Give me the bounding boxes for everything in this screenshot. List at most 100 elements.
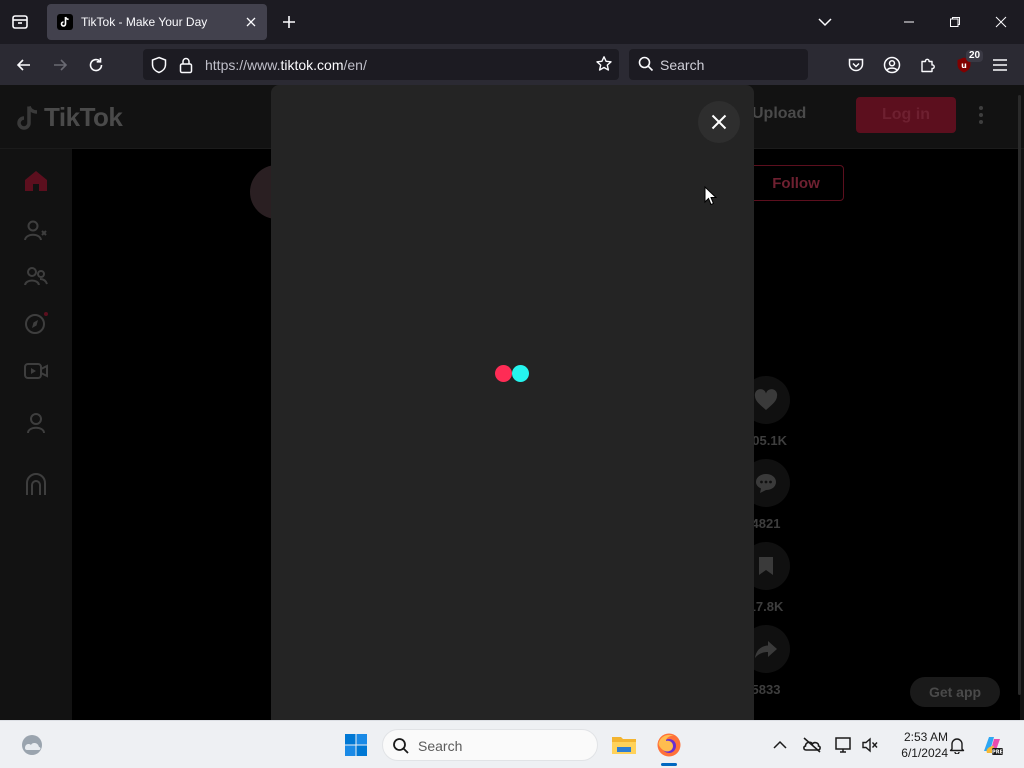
tiktok-favicon-icon <box>57 14 73 30</box>
tiktok-sidebar <box>0 149 72 720</box>
plus-icon <box>283 16 295 28</box>
search-bar[interactable]: Search <box>629 49 808 80</box>
restore-button[interactable] <box>932 0 978 44</box>
friends-icon <box>24 267 48 286</box>
more-options-button[interactable] <box>978 105 984 130</box>
onedrive-tray-icon[interactable] <box>800 733 824 757</box>
sidebar-item-friends[interactable] <box>22 263 50 291</box>
app-menu-button[interactable] <box>988 53 1012 77</box>
search-icon <box>638 56 654 77</box>
bookmark-star-button[interactable] <box>595 55 613 78</box>
copilot-button[interactable]: PRE <box>980 733 1004 757</box>
loading-spinner <box>495 365 531 383</box>
home-icon <box>25 171 47 191</box>
follow-button[interactable]: Follow <box>748 165 844 201</box>
search-icon <box>392 737 410 760</box>
browser-nav-bar: https://www.tiktok.com/en/ Search u 20 <box>0 44 1024 85</box>
pocket-button[interactable] <box>844 53 868 77</box>
sidebar-item-explore[interactable] <box>22 309 50 337</box>
upload-button[interactable]: Upload <box>752 105 806 123</box>
firefox-icon <box>657 733 681 757</box>
speaker-muted-icon <box>862 737 878 753</box>
url-path: /en/ <box>343 57 367 73</box>
account-button[interactable] <box>880 53 904 77</box>
notifications-button[interactable] <box>945 733 969 757</box>
taskbar-clock[interactable]: 2:53 AM 6/1/2024 <box>886 729 948 761</box>
loading-dot-cyan <box>512 365 529 382</box>
login-button[interactable]: Log in <box>856 97 956 133</box>
url-text: https://www.tiktok.com/en/ <box>205 57 367 73</box>
hamburger-menu-icon <box>993 59 1007 71</box>
ublock-extension-button[interactable]: u 20 <box>952 50 984 77</box>
page-scrollbar[interactable] <box>1018 95 1021 695</box>
copilot-icon: PRE <box>984 737 1004 756</box>
browser-tab-tiktok[interactable]: TikTok - Make Your Day <box>47 4 267 40</box>
sidebar-item-effects[interactable] <box>22 471 50 499</box>
tiktok-logo[interactable]: TikTok <box>16 102 123 133</box>
cloud-offline-icon <box>803 737 821 753</box>
firefox-view-button[interactable] <box>8 10 32 34</box>
sidebar-item-following[interactable] <box>22 217 50 245</box>
window-controls <box>886 0 1024 44</box>
star-icon <box>596 56 612 71</box>
address-bar[interactable]: https://www.tiktok.com/en/ <box>143 49 619 80</box>
close-window-button[interactable] <box>978 0 1024 44</box>
arrow-right-icon <box>54 59 68 71</box>
taskbar-search-placeholder: Search <box>418 738 463 754</box>
close-icon <box>246 17 256 27</box>
tracking-protection-icon[interactable] <box>150 56 168 79</box>
get-app-button[interactable]: Get app <box>910 677 1000 707</box>
sidebar-item-home[interactable] <box>22 167 50 195</box>
puzzle-icon <box>921 58 935 73</box>
minimize-icon <box>904 21 914 23</box>
start-button[interactable] <box>340 729 372 761</box>
sidebar-item-profile[interactable] <box>22 409 50 437</box>
taskbar-search[interactable]: Search <box>382 729 598 761</box>
widgets-button[interactable] <box>16 729 48 761</box>
lock-icon[interactable] <box>178 56 194 79</box>
extensions-button[interactable] <box>916 53 940 77</box>
bell-icon <box>949 738 965 754</box>
chevron-down-icon <box>818 18 832 27</box>
chevron-up-icon <box>773 740 787 749</box>
modal-close-button[interactable] <box>698 101 740 143</box>
extension-badge: 20 <box>966 50 984 62</box>
reload-button[interactable] <box>84 53 108 77</box>
weather-widget-icon <box>22 735 42 755</box>
back-button[interactable] <box>12 53 36 77</box>
tab-close-button[interactable] <box>241 12 261 32</box>
firefox-view-icon <box>12 15 28 29</box>
following-icon <box>24 220 47 241</box>
clock-time: 2:53 AM <box>903 730 948 744</box>
video-modal <box>271 85 754 720</box>
minimize-button[interactable] <box>886 0 932 44</box>
ethernet-icon <box>835 737 851 753</box>
url-domain: tiktok.com <box>280 57 344 73</box>
follow-label: Follow <box>772 174 820 192</box>
tiktok-logo-icon <box>17 105 38 130</box>
network-tray-icon[interactable] <box>832 733 856 757</box>
close-icon <box>711 114 727 130</box>
file-explorer-button[interactable] <box>608 729 640 761</box>
restore-icon <box>950 17 960 27</box>
browser-tab-bar: TikTok - Make Your Day <box>0 0 1024 44</box>
folder-icon <box>612 737 636 754</box>
volume-tray-icon[interactable] <box>858 733 882 757</box>
close-icon <box>995 16 1007 28</box>
show-hidden-icons-button[interactable] <box>768 733 792 757</box>
bookmark-icon <box>759 557 773 575</box>
effect-house-icon <box>26 473 46 495</box>
pocket-icon <box>848 58 864 72</box>
firefox-active-indicator <box>661 763 677 766</box>
new-tab-button[interactable] <box>279 12 299 32</box>
firefox-taskbar-button[interactable] <box>653 729 685 761</box>
forward-button[interactable] <box>48 53 72 77</box>
share-icon <box>755 641 777 658</box>
profile-icon <box>27 413 45 434</box>
loading-dot-red <box>495 365 512 382</box>
list-all-tabs-button[interactable] <box>814 12 836 32</box>
sidebar-item-live[interactable] <box>22 357 50 385</box>
comment-icon <box>756 474 776 493</box>
login-label: Log in <box>882 106 930 123</box>
windows-taskbar: Search 2:53 AM 6/1/2024 PRE <box>0 720 1024 768</box>
